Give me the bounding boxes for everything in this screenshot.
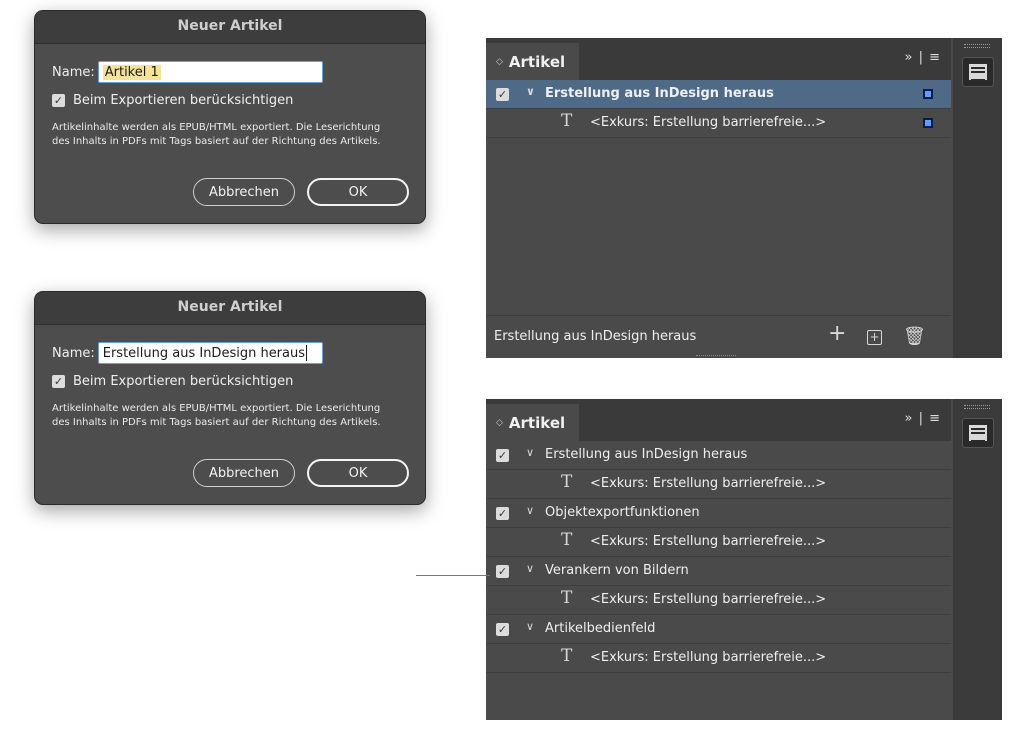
story-name: <Exkurs: Erstellung barrierefreie...> [590,476,827,491]
dialog-title: Neuer Artikel [35,292,425,325]
story-row[interactable]: T <Exkurs: Erstellung barrierefreie...> [486,586,951,615]
panel-header: ◇ Artikel » | ≡ [486,399,951,441]
name-field-value: Artikel 1 [102,64,161,80]
story-row[interactable]: T <Exkurs: Erstellung barrierefreie...> [486,470,951,499]
selection-indicator [923,118,933,128]
panel-dock-strip [953,399,1002,720]
story-row[interactable]: T <Exkurs: Erstellung barrierefreie...> [486,644,951,673]
article-export-checkbox[interactable]: ✓ [496,565,509,578]
name-row: Name: Artikel 1 [52,61,323,83]
article-export-checkbox[interactable]: ✓ [496,623,509,636]
selection-indicator [923,89,933,99]
drag-handle-icon[interactable] [964,44,990,48]
articles-panel-icon[interactable] [962,57,994,87]
panel-tab-label: Artikel [508,52,566,71]
text-frame-icon: T [561,111,573,131]
trash-icon[interactable]: 🗑 [903,326,926,347]
chevron-down-icon[interactable]: ∨ [526,620,534,633]
name-label: Name: [52,345,95,361]
story-name: <Exkurs: Erstellung barrierefreie...> [590,115,827,130]
panel-dock-strip [953,38,1002,358]
article-export-checkbox[interactable]: ✓ [496,449,509,462]
collapse-arrows-icon[interactable]: ◇ [496,418,503,428]
article-row[interactable]: ✓ ∨ Objektexportfunktionen [486,499,951,528]
panel-menu-icon[interactable]: » | ≡ [905,50,942,65]
articles-panel: ◇ Artikel » | ≡ ✓ ∨ Erstellung aus InDes… [486,399,1002,720]
callout-line [416,575,490,576]
chevron-down-icon[interactable]: ∨ [526,562,534,575]
article-name: Artikelbedienfeld [545,621,656,636]
cancel-button[interactable]: Abbrechen [193,178,295,206]
panel-tab-articles[interactable]: ◇ Artikel [486,43,579,80]
article-row[interactable]: ✓ ∨ Erstellung aus InDesign heraus [486,80,951,109]
name-field-value: Erstellung aus InDesign heraus [102,345,306,361]
articles-panel-icon[interactable] [962,418,994,448]
story-row[interactable]: T <Exkurs: Erstellung barrierefreie...> [486,109,951,138]
article-name: Verankern von Bildern [545,563,689,578]
article-export-checkbox[interactable]: ✓ [496,507,509,520]
panel-footer: Erstellung aus InDesign heraus + + 🗑 [486,315,951,358]
export-checkbox[interactable]: ✓ [52,94,65,107]
story-name: <Exkurs: Erstellung barrierefreie...> [590,592,827,607]
export-checkbox-row[interactable]: ✓ Beim Exportieren berücksichtigen [52,93,293,108]
text-frame-icon: T [561,472,573,492]
export-checkbox-row[interactable]: ✓ Beim Exportieren berücksichtigen [52,374,293,389]
export-checkbox-label: Beim Exportieren berücksichtigen [73,374,294,389]
name-label: Name: [52,64,95,80]
article-export-checkbox[interactable]: ✓ [496,88,509,101]
info-text: Artikelinhalte werden als EPUB/HTML expo… [52,403,381,428]
articles-panel: ◇ Artikel » | ≡ ✓ ∨ Erstellung aus InDes… [486,38,1002,358]
cancel-button[interactable]: Abbrechen [193,459,295,487]
text-frame-icon: T [561,588,573,608]
article-row[interactable]: ✓ ∨ Erstellung aus InDesign heraus [486,441,951,470]
export-checkbox-label: Beim Exportieren berücksichtigen [73,93,294,108]
text-frame-icon: T [561,530,573,550]
chevron-down-icon[interactable]: ∨ [526,85,535,98]
article-row[interactable]: ✓ ∨ Verankern von Bildern [486,557,951,586]
panel-menu-icon[interactable]: » | ≡ [905,411,942,426]
story-name: <Exkurs: Erstellung barrierefreie...> [590,534,827,549]
text-frame-icon: T [561,646,573,666]
collapse-arrows-icon[interactable]: ◇ [496,57,503,67]
panel-tab-label: Artikel [508,413,566,432]
panel-tab-articles[interactable]: ◇ Artikel [486,404,579,441]
panel-header: ◇ Artikel » | ≡ [486,38,951,80]
text-cursor [306,345,308,361]
add-icon[interactable]: + [828,321,846,346]
chevron-down-icon[interactable]: ∨ [526,504,534,517]
info-text: Artikelinhalte werden als EPUB/HTML expo… [52,122,381,147]
dialog-title: Neuer Artikel [35,11,425,44]
article-name: Erstellung aus InDesign heraus [545,86,774,101]
new-article-icon[interactable]: + [867,330,882,345]
chevron-down-icon[interactable]: ∨ [526,446,534,459]
ok-button[interactable]: OK [307,459,409,487]
article-list: ✓ ∨ Erstellung aus InDesign heraus T <Ex… [486,80,951,138]
name-field[interactable]: Artikel 1 [97,61,323,83]
resize-grip[interactable] [696,355,736,358]
ok-button[interactable]: OK [307,178,409,206]
new-article-dialog: Neuer Artikel Name: Artikel 1 ✓ Beim Exp… [34,10,426,224]
export-checkbox[interactable]: ✓ [52,375,65,388]
new-article-dialog: Neuer Artikel Name: Erstellung aus InDes… [34,291,426,505]
article-name: Objektexportfunktionen [545,505,700,520]
drag-handle-icon[interactable] [964,405,990,409]
name-field[interactable]: Erstellung aus InDesign heraus [97,342,323,364]
article-list: ✓ ∨ Erstellung aus InDesign heraus T <Ex… [486,441,951,673]
story-name: <Exkurs: Erstellung barrierefreie...> [590,650,827,665]
article-row[interactable]: ✓ ∨ Artikelbedienfeld [486,615,951,644]
name-row: Name: Erstellung aus InDesign heraus [52,342,323,364]
article-name: Erstellung aus InDesign heraus [545,447,748,462]
story-row[interactable]: T <Exkurs: Erstellung barrierefreie...> [486,528,951,557]
footer-article-name: Erstellung aus InDesign heraus [494,329,697,344]
